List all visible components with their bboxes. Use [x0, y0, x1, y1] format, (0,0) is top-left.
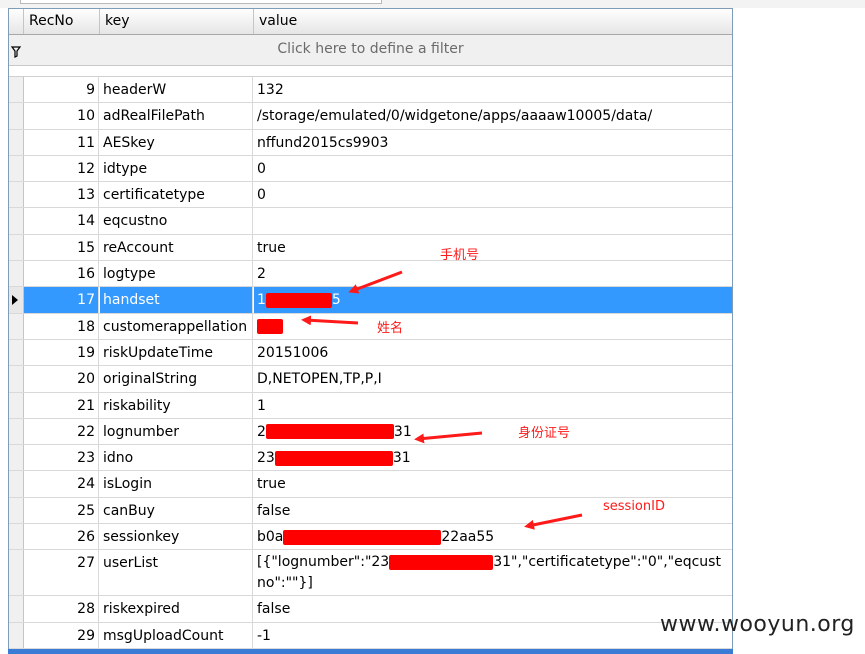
annotation-idcard-label: 身份证号 [518, 426, 571, 441]
watermark-text: www.wooyun.org [660, 612, 855, 637]
annotation-arrows [301, 270, 583, 530]
arrow-phone [348, 270, 403, 294]
arrow-name [301, 315, 359, 326]
arrow-idcard [414, 431, 483, 444]
annotation-session-label: sessionID [603, 499, 665, 514]
annotation-name-label: 姓名 [377, 321, 404, 336]
arrow-session [524, 513, 583, 530]
annotation-phone-label: 手机号 [440, 248, 480, 263]
